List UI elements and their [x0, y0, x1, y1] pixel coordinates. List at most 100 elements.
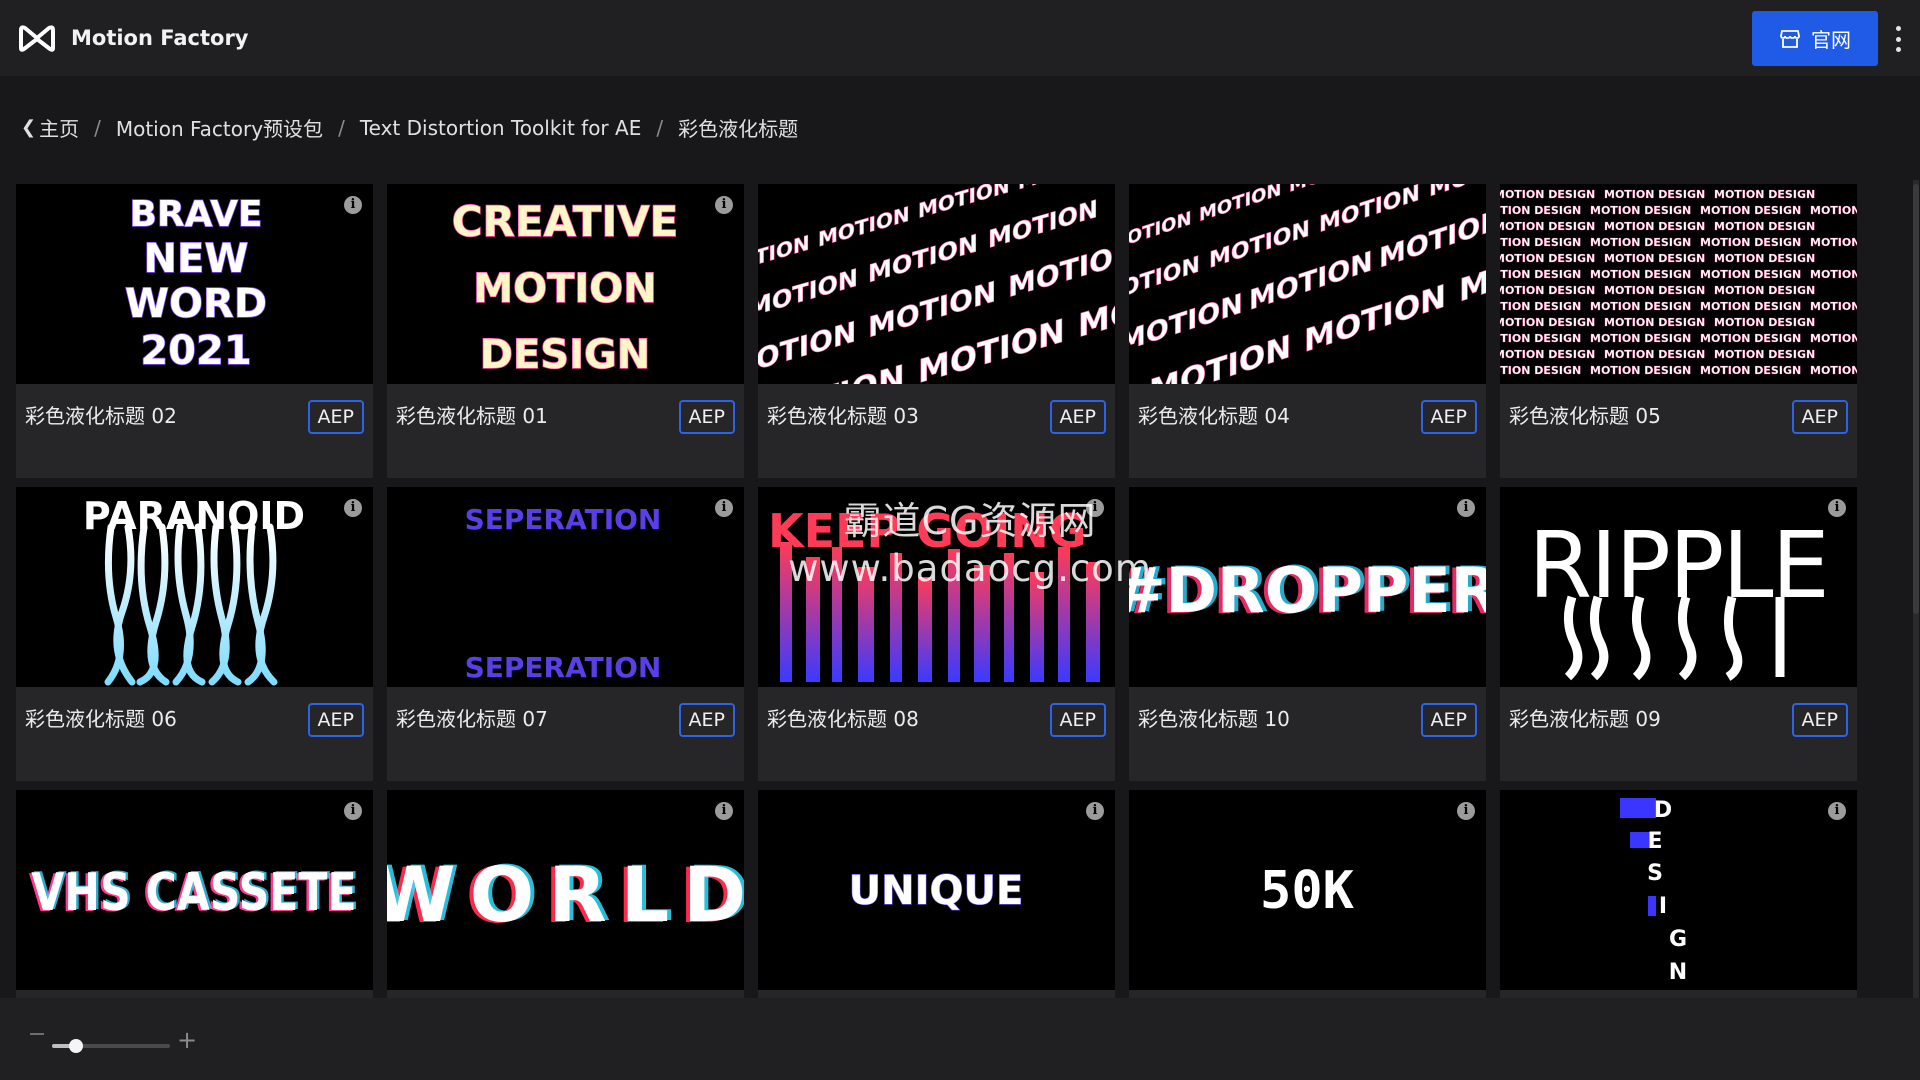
preview-text: 50K: [1260, 861, 1355, 921]
official-site-button[interactable]: 官网: [1752, 11, 1878, 66]
aep-badge: AEP: [678, 703, 735, 737]
preview-text: S: [1647, 861, 1663, 886]
preview-text: MOTION: [758, 231, 810, 281]
preset-card[interactable]: SEPERATION SEPERATION i 彩色液化标题 07 AEP: [387, 487, 744, 781]
preview-text: UNIQUE: [849, 868, 1024, 914]
preview-text: MOTION: [758, 314, 856, 384]
preset-card[interactable]: VHS CASSETE VHS CASSETE VHS CASSETE i: [16, 790, 373, 998]
preview-thumbnail[interactable]: D E S I G N: [1500, 790, 1857, 990]
preview-text: MOTION DESIGN: [1590, 204, 1691, 217]
preview-text: MOTION: [1129, 208, 1191, 255]
preview-text: MOTION DESIGN: [1700, 364, 1801, 377]
preview-text: MOTION DESIGN: [1604, 252, 1705, 265]
info-icon[interactable]: i: [715, 196, 733, 214]
preview-text: MOTION: [918, 184, 1010, 223]
preview-text: MOTION DESIGN: [1590, 268, 1691, 281]
info-icon[interactable]: i: [344, 196, 362, 214]
watermark-line1: 霸道CG资源网: [843, 499, 1097, 543]
breadcrumb-toolkit[interactable]: Text Distortion Toolkit for AE: [360, 116, 642, 140]
preview-text: MOTION DESIGN: [1500, 236, 1581, 249]
preset-card[interactable]: CREATIVE MOTION DESIGN i 彩色液化标题 01 AEP: [387, 184, 744, 478]
preview-thumbnail[interactable]: RIPPLE: [1500, 487, 1857, 687]
scrollbar-thumb[interactable]: [1913, 184, 1919, 614]
preview-text: MOTION DESIGN: [1604, 284, 1705, 297]
preview-text: MOTION DESIGN: [1590, 332, 1691, 345]
preview-text: MOTION DESIGN: [1590, 236, 1691, 249]
preview-thumbnail[interactable]: #DROPPER #DROPPER #DROPPER: [1129, 487, 1486, 687]
preview-text: MOTION DESIGN: [1604, 188, 1705, 201]
aep-badge: AEP: [678, 400, 735, 434]
card-title: 彩色液化标题 07: [396, 707, 548, 731]
preview-text: I: [1659, 894, 1667, 919]
preview-text: MOTION: [1289, 184, 1371, 197]
aep-badge: AEP: [1791, 703, 1848, 737]
motion-factory-logo-icon[interactable]: [18, 22, 56, 54]
preview-text: N: [1669, 960, 1687, 985]
preview-thumbnail[interactable]: UNIQUE: [758, 790, 1115, 990]
preview-thumbnail[interactable]: MOTION MOTION MOTION MOTION MOTION MOTIO…: [1129, 184, 1486, 384]
preview-text: E: [1647, 829, 1662, 854]
info-icon[interactable]: i: [1457, 499, 1475, 517]
preview-thumbnail[interactable]: VHS CASSETE VHS CASSETE VHS CASSETE: [16, 790, 373, 990]
info-icon[interactable]: i: [1457, 802, 1475, 820]
preview-text: MOTION DESIGN: [1810, 300, 1857, 313]
preview-text: PARANOID: [83, 494, 305, 538]
preview-text: MOTION DESIGN: [1714, 316, 1815, 329]
preset-card[interactable]: #DROPPER #DROPPER #DROPPER i 彩色液化标题 10 A…: [1129, 487, 1486, 781]
preview-text: MOTION: [868, 228, 978, 288]
preset-card[interactable]: PARANOID i 彩色液化标题 06 AEP: [16, 487, 373, 781]
kebab-menu-icon[interactable]: [1890, 26, 1906, 52]
info-icon[interactable]: i: [344, 499, 362, 517]
breadcrumb-home[interactable]: 主页: [39, 113, 79, 142]
preview-text: MOTION DESIGN: [1500, 188, 1595, 201]
zoom-out-icon[interactable]: [30, 1033, 44, 1035]
preview-text: MOTION DESIGN: [1500, 220, 1595, 233]
preview-text: MOTION DESIGN: [1700, 236, 1801, 249]
info-icon[interactable]: i: [344, 802, 362, 820]
preview-text: MOTION DESIGN: [1500, 204, 1581, 217]
info-icon[interactable]: i: [1086, 802, 1104, 820]
info-icon[interactable]: i: [1828, 499, 1846, 517]
preview-text: MOTION: [1319, 184, 1420, 238]
preview-thumbnail[interactable]: CREATIVE MOTION DESIGN: [387, 184, 744, 384]
preview-thumbnail[interactable]: MOTION DESIGN MOTION DESIGN MOTION DESIG…: [1500, 184, 1857, 384]
preset-card[interactable]: D E S I G N i: [1500, 790, 1857, 998]
preview-text: MOTION: [818, 202, 910, 252]
preview-text: MOTION DESIGN: [1700, 300, 1801, 313]
preset-card[interactable]: UNIQUE i: [758, 790, 1115, 998]
zoom-slider-handle[interactable]: [68, 1039, 83, 1053]
info-icon[interactable]: i: [1828, 802, 1846, 820]
preview-thumbnail[interactable]: PARANOID: [16, 487, 373, 687]
preview-text: MOTION: [1249, 244, 1373, 316]
preview-thumbnail[interactable]: 50K: [1129, 790, 1486, 990]
preview-text: MOTION DESIGN: [1714, 220, 1815, 233]
preview-thumbnail[interactable]: SEPERATION SEPERATION: [387, 487, 744, 687]
preview-text: MOTION DESIGN: [1590, 300, 1691, 313]
card-title: 彩色液化标题 06: [25, 707, 177, 731]
watermark: 霸道CG资源网 www.badaocg.com: [760, 490, 1180, 590]
preset-card[interactable]: MOTION MOTION MOTION MOTION MOTION MOTIO…: [1129, 184, 1486, 478]
preview-text: MOTION DESIGN: [1500, 364, 1581, 377]
preview-thumbnail[interactable]: BRAVE NEW WORD 2021: [16, 184, 373, 384]
chevron-left-icon[interactable]: ❮: [21, 117, 36, 138]
preview-thumbnail[interactable]: MOTION MOTION MOTION MOTION MOTION MOTIO…: [758, 184, 1115, 384]
preview-text: MOTION DESIGN: [1700, 268, 1801, 281]
breadcrumb-preset-pack[interactable]: Motion Factory预设包: [116, 113, 323, 142]
aep-badge: AEP: [1791, 400, 1848, 434]
zoom-in-icon[interactable]: +: [177, 1028, 197, 1052]
breadcrumb-current: 彩色液化标题: [678, 117, 799, 141]
preview-thumbnail[interactable]: WORLD WORLD WORLD: [387, 790, 744, 990]
card-title: 彩色液化标题 05: [1509, 404, 1661, 428]
preset-card[interactable]: 50K i: [1129, 790, 1486, 998]
preset-card[interactable]: MOTION MOTION MOTION MOTION MOTION MOTIO…: [758, 184, 1115, 478]
preset-card[interactable]: WORLD WORLD WORLD i: [387, 790, 744, 998]
preview-text: MOTION: [1008, 234, 1115, 304]
preset-card[interactable]: RIPPLE i 彩色液化标题 09 AEP: [1500, 487, 1857, 781]
preview-text: MOTION: [1209, 216, 1310, 274]
preview-text: MOTION: [473, 266, 656, 312]
info-icon[interactable]: i: [715, 802, 733, 820]
preset-card[interactable]: MOTION DESIGN MOTION DESIGN MOTION DESIG…: [1500, 184, 1857, 478]
preset-card[interactable]: BRAVE NEW WORD 2021 i 彩色液化标题 02 AEP: [16, 184, 373, 478]
info-icon[interactable]: i: [715, 499, 733, 517]
preview-text: MOTION DESIGN: [1810, 332, 1857, 345]
